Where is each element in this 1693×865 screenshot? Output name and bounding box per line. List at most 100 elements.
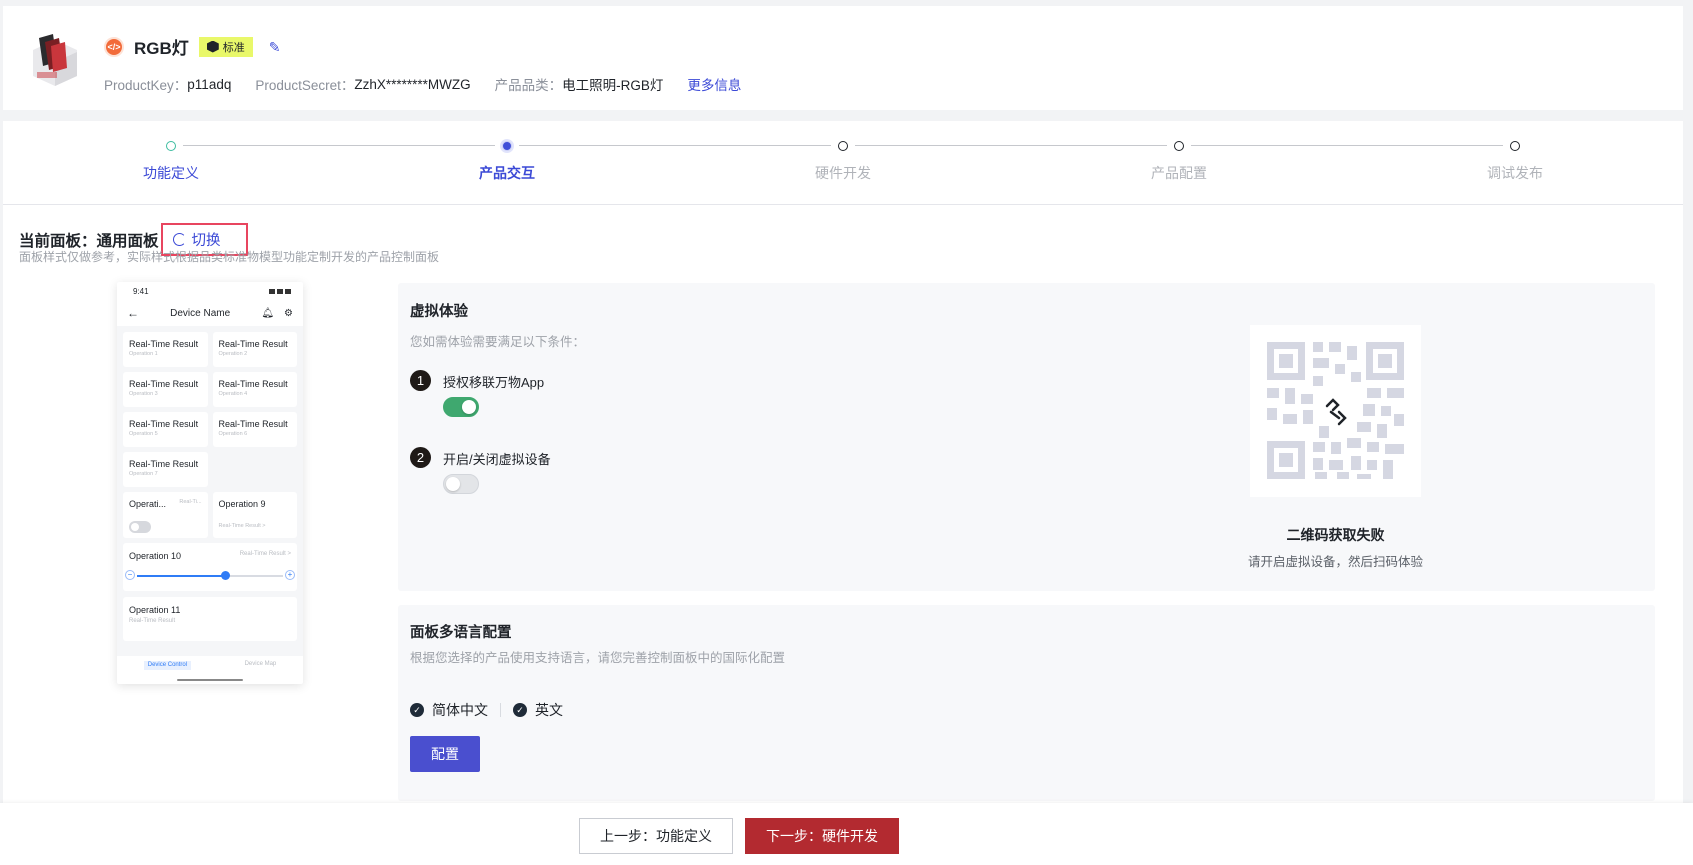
- switch-panel-label: 切换: [191, 233, 221, 249]
- tile-sub: Operation 1: [129, 351, 158, 357]
- authorize-app-toggle[interactable]: [443, 397, 479, 417]
- tile-title: Operati...: [129, 499, 167, 509]
- tile-sub: Real-Time Result >: [239, 551, 291, 557]
- language-config-card: 面板多语言配置 根据您选择的产品使用支持语言，请您完善控制面板中的国际化配置 ✓…: [398, 605, 1655, 801]
- phone-preview: 9:41 ← Device Name 🔔︎ ⚙ Real-Time Result…: [117, 282, 303, 684]
- step-debug-release[interactable]: 调试发布: [1465, 141, 1565, 183]
- step-connector: [519, 145, 831, 146]
- phone-tile: Real-Time Result Operation 2: [212, 332, 297, 367]
- product-title-row: </> RGB灯 标准 ✎: [104, 34, 285, 59]
- phone-slider-thumb: [220, 571, 230, 580]
- tile-sub: Operation 6: [218, 431, 248, 437]
- phone-home-indicator: [177, 679, 243, 681]
- step-product-interaction[interactable]: 产品交互: [457, 141, 557, 183]
- tile-title: Real-Time Result: [129, 459, 199, 469]
- tile-title: Operation 10: [129, 551, 182, 561]
- tile-title: Real-Time Result: [129, 379, 199, 389]
- phone-tile-grid: Real-Time Result Operation 1 Real-Time Re…: [117, 326, 303, 538]
- tile-sub: Operation 4: [218, 391, 248, 397]
- phone-slider-tile: Operation 10 Real-Time Result > − +: [123, 543, 297, 591]
- check-icon: ✓: [513, 703, 527, 717]
- step-label: 硬件开发: [815, 165, 871, 181]
- product-key-label: ProductKey：: [104, 78, 188, 93]
- virtual-device-toggle[interactable]: [443, 474, 479, 494]
- sync-icon: [172, 233, 186, 246]
- phone-device-name: Device Name: [170, 307, 231, 319]
- tile-sub: Real-Time Result: [129, 618, 176, 624]
- phone-tile: Real-Time Result Operation 5: [123, 412, 208, 447]
- product-image: [33, 34, 77, 86]
- category-value: 电工照明-RGB灯: [562, 78, 664, 93]
- phone-nav-icons: 🔔︎ ⚙: [261, 308, 293, 319]
- phone-tile: Real-Time Result Operation 7: [123, 452, 208, 487]
- phone-status-bar: 9:41: [117, 282, 303, 300]
- virtual-experience-subtitle: 您如需体验需要满足以下条件：: [410, 335, 586, 349]
- product-meta: ProductKey： p11adq ProductSecret： ZzhX**…: [104, 74, 741, 94]
- phone-tab-control: Device Control: [143, 661, 192, 670]
- tile-sub: Operation 3: [129, 391, 158, 397]
- phone-slider-track: − +: [125, 570, 295, 580]
- step-connector: [1191, 145, 1503, 146]
- phone-tile: Real-Time Result Operation 1: [123, 332, 208, 367]
- standard-badge: 标准: [198, 36, 253, 57]
- hexagon-icon: [206, 40, 219, 53]
- tile-sub: Operation 2: [218, 351, 248, 357]
- panel-description: 面板样式仅做参考，实际样式根据品类标准物模型功能定制开发的产品控制面板: [19, 250, 440, 264]
- tile-sub: Operation 5: [129, 431, 158, 437]
- product-header: </> RGB灯 标准 ✎ ProductKey： p11adq Product…: [3, 6, 1683, 110]
- condition-text: 授权移联万物App: [443, 375, 545, 390]
- step-label: 功能定义: [143, 165, 199, 181]
- step-dot: [502, 141, 512, 151]
- step-label: 产品配置: [1151, 165, 1207, 181]
- phone-tile-op9: Operation 9 Real-Time Result >: [212, 492, 297, 538]
- step-product-config[interactable]: 产品配置: [1129, 141, 1229, 183]
- back-arrow-icon: ←: [127, 306, 139, 320]
- config-button[interactable]: 配置: [410, 736, 480, 772]
- tile-title: Real-Time Result: [218, 419, 288, 429]
- step-connector: [183, 145, 495, 146]
- condition-authorize-app: 1 授权移联万物App: [410, 370, 544, 417]
- condition-virtual-device: 2 开启/关闭虚拟设备: [410, 447, 551, 494]
- qr-fail-title: 二维码获取失败: [1286, 527, 1385, 543]
- product-secret-value: ZzhX********MWZG: [354, 76, 471, 92]
- more-info-link[interactable]: 更多信息: [687, 74, 741, 94]
- step-function-definition[interactable]: 功能定义: [121, 141, 221, 183]
- plus-icon: +: [285, 570, 295, 580]
- next-step-button[interactable]: 下一步：硬件开发: [745, 818, 899, 854]
- language-config-title: 面板多语言配置: [410, 625, 512, 641]
- tile-title: Real-Time Result: [129, 419, 199, 429]
- product-key-value: p11adq: [187, 76, 232, 92]
- system-status-icons: [269, 288, 291, 294]
- language-config-subtitle: 根据您选择的产品使用支持语言，请您完善控制面板中的国际化配置: [410, 651, 786, 665]
- language-label: 英文: [535, 702, 563, 718]
- category-label: 产品品类：: [494, 78, 563, 93]
- phone-time: 9:41: [133, 286, 149, 296]
- step-dot: [838, 141, 848, 151]
- progress-steps: 功能定义 产品交互 硬件开发 产品配置 调试发布: [3, 121, 1683, 205]
- phone-tile-empty: [213, 452, 298, 487]
- check-icon: ✓: [410, 703, 424, 717]
- phone-tab-map: Device Map: [244, 661, 277, 667]
- footer-bar: 上一步：功能定义 下一步：硬件开发: [0, 803, 1693, 865]
- product-secret-label: ProductSecret：: [255, 78, 355, 93]
- step-dot: [1174, 141, 1184, 151]
- step-dot: [166, 141, 176, 151]
- edit-icon[interactable]: ✎: [269, 39, 285, 55]
- tile-sub: Real-Ti...: [179, 499, 202, 505]
- phone-tile: Real-Time Result Operation 6: [212, 412, 297, 447]
- phone-mini-toggle: [129, 521, 151, 533]
- minus-icon: −: [125, 570, 135, 580]
- step-dot: [1510, 141, 1520, 151]
- qr-fail-subtitle: 请开启虚拟设备，然后扫码体验: [1247, 555, 1423, 569]
- product-name: RGB灯: [134, 39, 189, 58]
- language-label: 简体中文: [432, 702, 488, 718]
- phone-tile-op11: Operation 11 Real-Time Result: [123, 597, 297, 641]
- tile-title: Real-Time Result: [129, 339, 199, 349]
- prev-step-button[interactable]: 上一步：功能定义: [579, 818, 733, 854]
- phone-tile: Real-Time Result Operation 3: [123, 372, 208, 407]
- gear-icon: ⚙: [284, 307, 293, 319]
- phone-tile: Real-Time Result Operation 4: [212, 372, 297, 407]
- step-connector: [855, 145, 1167, 146]
- step-hardware-development[interactable]: 硬件开发: [793, 141, 893, 183]
- step-label: 调试发布: [1487, 165, 1543, 181]
